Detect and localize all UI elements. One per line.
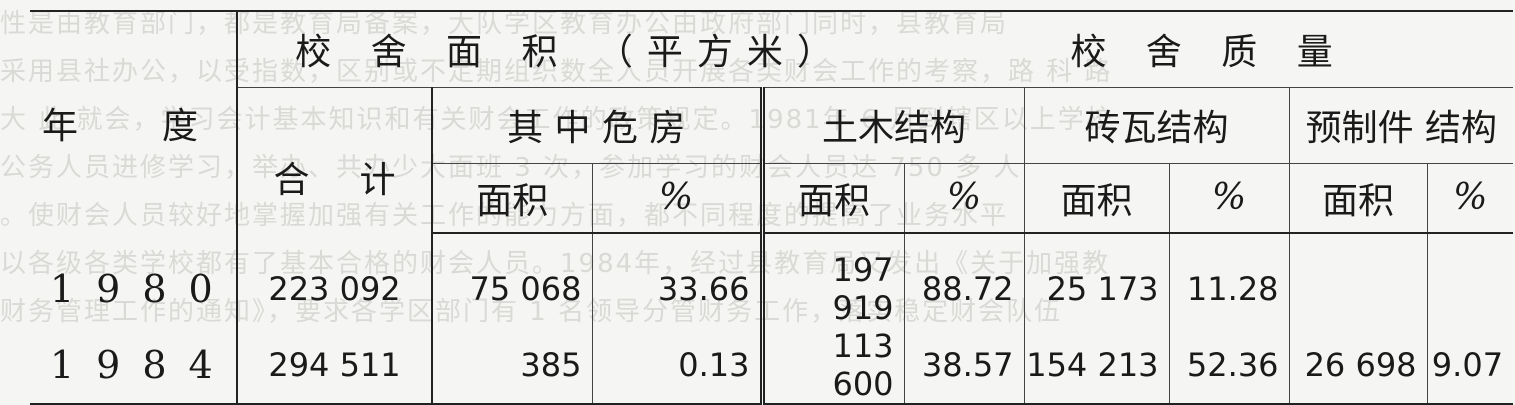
dangerous-building-header: 其 中 危 房	[432, 87, 762, 164]
table-row: 1980 223 092 75 068 33.66 197 919 88.72 …	[30, 251, 1514, 327]
danger-pct-subheader: %	[591, 163, 762, 234]
danger-pct-cell: 33.66	[591, 251, 762, 327]
brick-pct-cell: 11.28	[1168, 251, 1290, 327]
wood-area-subheader: 面积	[759, 163, 905, 234]
total-header-cell: 合 计	[237, 87, 433, 233]
year-header-char-2: 度	[161, 105, 198, 147]
danger-pct-cell: 0.13	[591, 327, 762, 405]
total-header-char-1: 合	[273, 160, 310, 202]
danger-area-subheader: 面积	[432, 163, 592, 234]
total-area-cell: 294 511	[237, 327, 433, 405]
brick-area-cell: 154 213	[1023, 327, 1170, 405]
brick-area-subheader: 面积	[1023, 163, 1170, 234]
prefab-area-subheader: 面积	[1288, 163, 1428, 234]
year-cell: 1984	[30, 327, 238, 405]
prefab-pct-cell: 9.07	[1426, 327, 1514, 405]
wood-pct-subheader: %	[903, 163, 1025, 234]
table-row: 1984 294 511 385 0.13 113 600 38.57 154 …	[30, 327, 1514, 405]
brick-pct-cell: 52.36	[1168, 327, 1290, 405]
area-group-header: 校 舍 面 积 （平方米）	[237, 10, 905, 88]
year-cell: 1980	[30, 251, 238, 327]
brick-area-cell: 25 173	[1023, 251, 1170, 327]
document-page: 性是由教育部门，都是教育局备案，大队学区教育办公由政府部门同时，县教育局 采用县…	[0, 0, 1515, 405]
prefab-area-cell: 26 698	[1288, 327, 1428, 405]
wood-structure-header: 土木结构	[759, 87, 1025, 164]
prefab-pct-cell	[1426, 251, 1514, 327]
danger-area-cell: 75 068	[469, 270, 582, 308]
wood-pct-cell: 38.57	[903, 327, 1025, 405]
quality-group-header: 校 舍 质 量	[904, 10, 1514, 88]
wood-pct-cell: 88.72	[903, 251, 1025, 327]
brick-structure-header: 砖瓦结构	[1023, 87, 1290, 164]
brick-pct-subheader: %	[1168, 163, 1290, 234]
total-header-char-2: 计	[359, 160, 396, 202]
year-header-char-1: 年	[42, 105, 79, 147]
total-area-cell: 223 092	[237, 251, 433, 327]
school-building-table: 年 度 校 舍 面 积 （平方米） 校 舍 质 量 合 计 其 中 危 房 土木…	[30, 10, 1514, 405]
prefab-structure-header: 预制件 结构	[1288, 87, 1514, 164]
danger-area-cell: 385	[432, 327, 592, 405]
year-header-cell: 年 度	[30, 10, 238, 233]
prefab-area-cell	[1288, 251, 1428, 327]
wood-area-cell: 113 600	[759, 327, 905, 405]
wood-area-cell: 197 919	[759, 251, 905, 327]
prefab-pct-subheader: %	[1426, 163, 1514, 234]
